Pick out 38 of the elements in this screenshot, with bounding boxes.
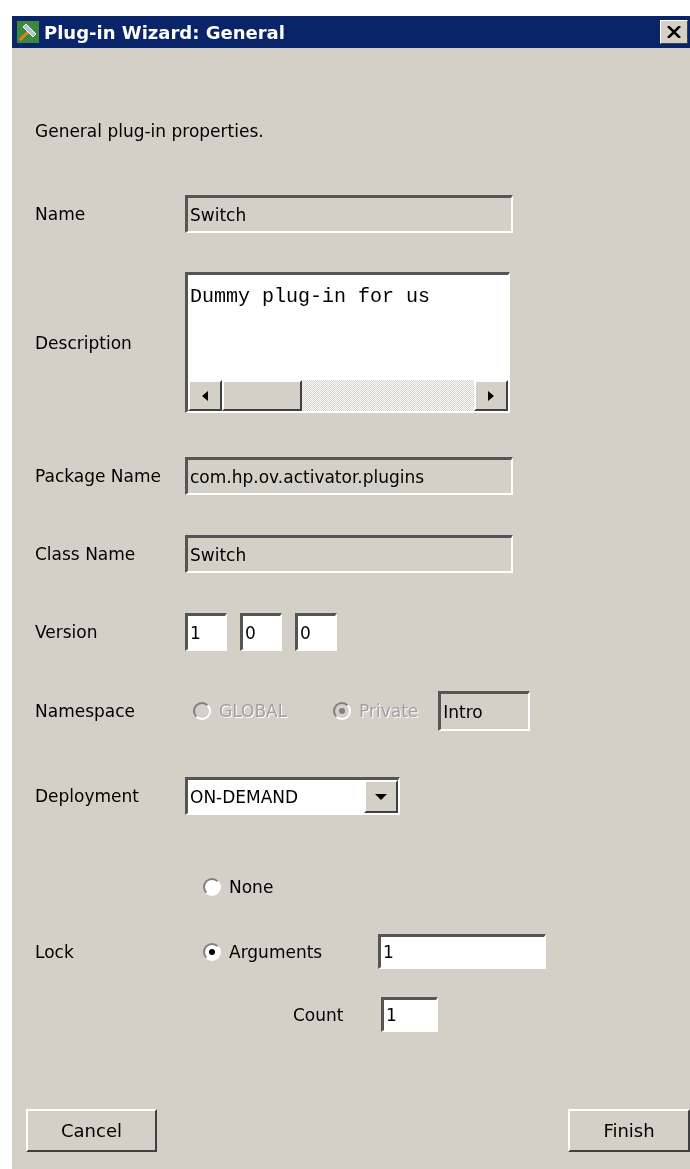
field-label: Version [35,622,99,642]
version-field[interactable]: 0 [240,613,282,651]
description-field[interactable]: Dummy plug-in for us [185,272,510,413]
field-label: Lock [35,941,75,962]
caret-icon [375,793,387,800]
scroll-thumb[interactable] [222,380,302,411]
radio-button[interactable] [203,878,221,896]
horizontal-scrollbar[interactable] [188,380,508,411]
left-arrow-icon [202,390,208,401]
class-name-field[interactable]: Switch [185,535,513,573]
cancel-button[interactable]: Cancel [26,1109,157,1152]
name-field[interactable]: Switch [185,195,513,233]
count-field[interactable]: 1 [381,997,438,1032]
window-title: Plug-in Wizard: General [44,21,286,43]
field-label: Namespace [35,701,137,721]
version-field[interactable]: 1 [185,613,227,651]
deployment-dropdown[interactable]: ON-DEMAND [185,777,400,815]
close-icon [667,26,681,38]
dropdown-button[interactable] [364,780,398,813]
hammer-icon [16,20,40,44]
field-label: Deployment [35,786,140,806]
radio-label: None [229,877,274,897]
package-name-field[interactable]: com.hp.ov.activator.plugins [185,457,513,495]
finish-button[interactable]: Finish [568,1109,690,1152]
version-field[interactable]: 0 [295,613,337,651]
right-arrow-icon [488,390,494,401]
arguments-field[interactable]: 1 [378,934,546,969]
close-button[interactable] [660,20,688,44]
field-label: Description [35,332,133,353]
intro-text: General plug-in properties. [35,121,265,141]
field-label: Class Name [35,544,137,564]
field-label: Package Name [35,466,163,486]
scroll-right-button[interactable] [474,380,508,411]
field-label: Name [35,204,87,224]
radio-label: Arguments [229,941,323,962]
scroll-left-button[interactable] [188,380,222,411]
count-label: Count [293,1004,345,1025]
radio-button[interactable] [203,942,221,961]
